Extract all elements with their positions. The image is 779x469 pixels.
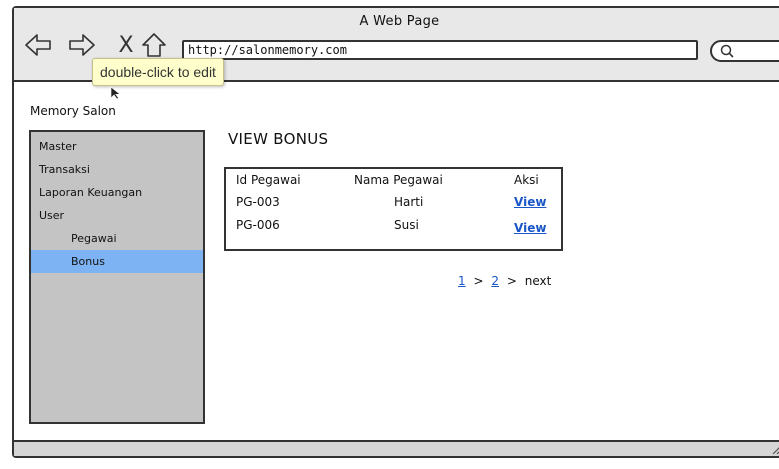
forward-arrow-icon[interactable]	[68, 32, 96, 58]
search-input[interactable]	[710, 40, 779, 62]
bonus-table: Id Pegawai Nama Pegawai Aksi PG-003 Hart…	[224, 167, 563, 251]
table-cell-name: Susi	[394, 218, 419, 232]
table-cell-id: PG-006	[236, 218, 280, 232]
sidebar-item-bonus[interactable]: Bonus	[31, 250, 203, 273]
resize-grip-icon[interactable]	[771, 443, 779, 455]
back-arrow-icon[interactable]	[24, 32, 52, 58]
sidebar-item-pegawai[interactable]: Pegawai	[31, 227, 203, 250]
search-icon	[720, 44, 734, 58]
edit-tooltip: double-click to edit	[92, 58, 224, 86]
column-header-id: Id Pegawai	[236, 173, 301, 187]
sidebar-item-transaksi[interactable]: Transaksi	[31, 158, 203, 181]
sidebar-item-master[interactable]: Master	[31, 135, 203, 158]
next-page-link[interactable]: next	[525, 274, 552, 288]
sidebar: Master Transaksi Laporan Keuangan User P…	[29, 130, 205, 424]
page-title: VIEW BONUS	[228, 130, 329, 148]
view-link[interactable]: View	[514, 221, 546, 235]
home-icon[interactable]	[140, 32, 168, 58]
sidebar-menu: Master Transaksi Laporan Keuangan User P…	[31, 135, 203, 273]
view-link[interactable]: View	[514, 195, 546, 209]
column-header-action: Aksi	[514, 173, 539, 187]
sidebar-item-laporan-keuangan[interactable]: Laporan Keuangan	[31, 181, 203, 204]
pagination-separator: >	[473, 274, 484, 288]
table-cell-id: PG-003	[236, 195, 280, 209]
page-1-link[interactable]: 1	[458, 274, 466, 288]
sidebar-item-user[interactable]: User	[31, 204, 203, 227]
column-header-name: Nama Pegawai	[354, 173, 443, 187]
mouse-cursor-icon	[110, 86, 121, 100]
window-title: A Web Page	[359, 14, 440, 29]
page-2-link[interactable]: 2	[491, 274, 499, 288]
stop-icon[interactable]: X	[112, 32, 140, 58]
site-title: Memory Salon	[30, 104, 116, 118]
address-bar[interactable]: http://salonmemory.com	[182, 40, 698, 60]
pagination: 1 > 2 > next	[458, 274, 555, 288]
pagination-separator: >	[506, 274, 517, 288]
status-bar	[14, 440, 779, 456]
table-cell-name: Harti	[394, 195, 424, 209]
